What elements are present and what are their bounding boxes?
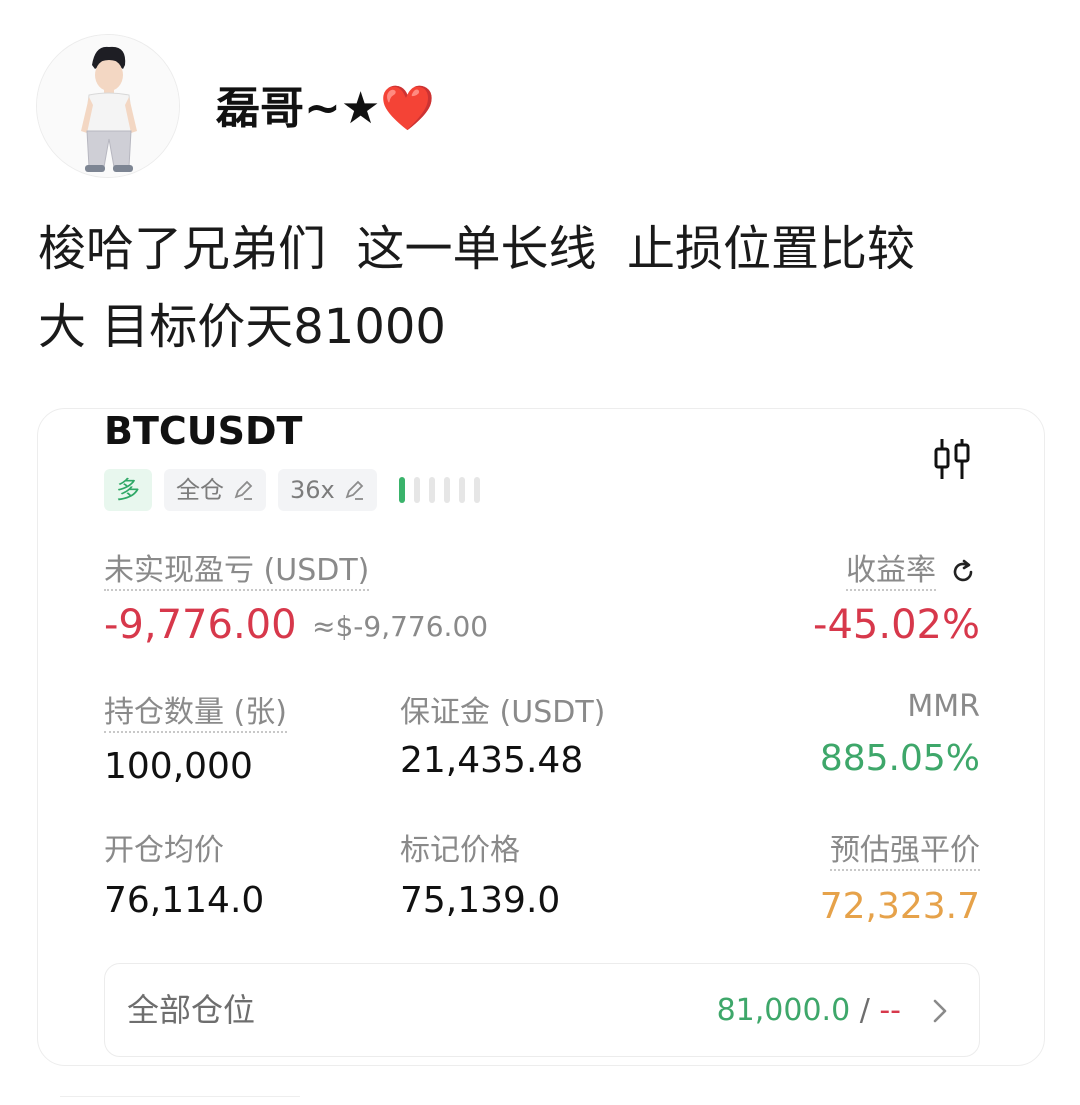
unrealized-pnl-label[interactable]: 未实现盈亏 (USDT) bbox=[104, 553, 370, 591]
leverage-label: 36x bbox=[290, 476, 335, 504]
position-tags: 多 全仓 36x bbox=[104, 469, 489, 511]
take-profit-value: 81,000.0 bbox=[716, 993, 851, 1028]
risk-bar bbox=[398, 477, 405, 503]
position-card[interactable]: BTCUSDT 多 全仓 36x 未实现盈亏 (USDT) -9,776.00 … bbox=[37, 408, 1045, 1066]
refresh-icon[interactable] bbox=[948, 557, 978, 587]
mmr-label: MMR bbox=[907, 689, 980, 724]
side-label: 多 bbox=[116, 476, 140, 504]
margin-value: 21,435.48 bbox=[400, 740, 584, 781]
leverage-tag[interactable]: 36x bbox=[278, 469, 377, 511]
entry-price-label: 开仓均价 bbox=[104, 833, 224, 868]
unrealized-pnl-value: -9,776.00 bbox=[104, 602, 297, 648]
roi-label[interactable]: 收益率 bbox=[846, 553, 936, 591]
entry-price-value: 76,114.0 bbox=[104, 880, 265, 921]
risk-bar bbox=[473, 477, 480, 503]
risk-bar bbox=[458, 477, 465, 503]
risk-bar bbox=[443, 477, 450, 503]
post-text-line: 梭哈了兄弟们 这一单长线 止损位置比较 bbox=[38, 221, 916, 277]
roi-value: -45.02% bbox=[813, 602, 980, 648]
margin-mode-label: 全仓 bbox=[176, 476, 224, 504]
mark-price-label: 标记价格 bbox=[400, 833, 520, 868]
all-positions-label: 全部仓位 bbox=[127, 991, 256, 1029]
tp-sl-values: 81,000.0 / -- bbox=[717, 992, 901, 1030]
margin-mode-tag[interactable]: 全仓 bbox=[164, 469, 266, 511]
chevron-right-icon bbox=[933, 999, 947, 1023]
username[interactable]: 磊哥~★❤️ bbox=[216, 82, 435, 136]
risk-level-bars bbox=[398, 477, 489, 503]
position-size-label[interactable]: 持仓数量 (张) bbox=[104, 695, 287, 733]
tp-sl-separator: / bbox=[850, 993, 880, 1028]
position-size-value: 100,000 bbox=[104, 746, 253, 787]
avatar-illustration bbox=[37, 35, 179, 177]
risk-bar bbox=[413, 477, 420, 503]
mmr-value: 885.05% bbox=[819, 738, 980, 779]
unrealized-pnl-usd: ≈$-9,776.00 bbox=[312, 610, 489, 643]
all-positions-row[interactable]: 全部仓位 81,000.0 / -- bbox=[104, 963, 980, 1057]
edit-icon bbox=[234, 480, 253, 500]
edit-icon bbox=[345, 480, 364, 500]
mark-price-value: 75,139.0 bbox=[400, 880, 561, 921]
liq-price-label[interactable]: 预估强平价 bbox=[830, 833, 980, 871]
risk-bar bbox=[428, 477, 435, 503]
stop-loss-value: -- bbox=[879, 993, 901, 1028]
liq-price-value: 72,323.7 bbox=[819, 886, 980, 927]
post-text: 梭哈了兄弟们 这一单长线 止损位置比较 大 目标价天81000 bbox=[38, 210, 1048, 366]
candlestick-icon[interactable] bbox=[928, 435, 976, 483]
margin-label: 保证金 (USDT) bbox=[400, 695, 606, 730]
post-text-line: 大 目标价天81000 bbox=[38, 299, 446, 355]
side-tag: 多 bbox=[104, 469, 152, 511]
avatar[interactable] bbox=[36, 34, 180, 178]
symbol-title: BTCUSDT bbox=[104, 409, 303, 453]
